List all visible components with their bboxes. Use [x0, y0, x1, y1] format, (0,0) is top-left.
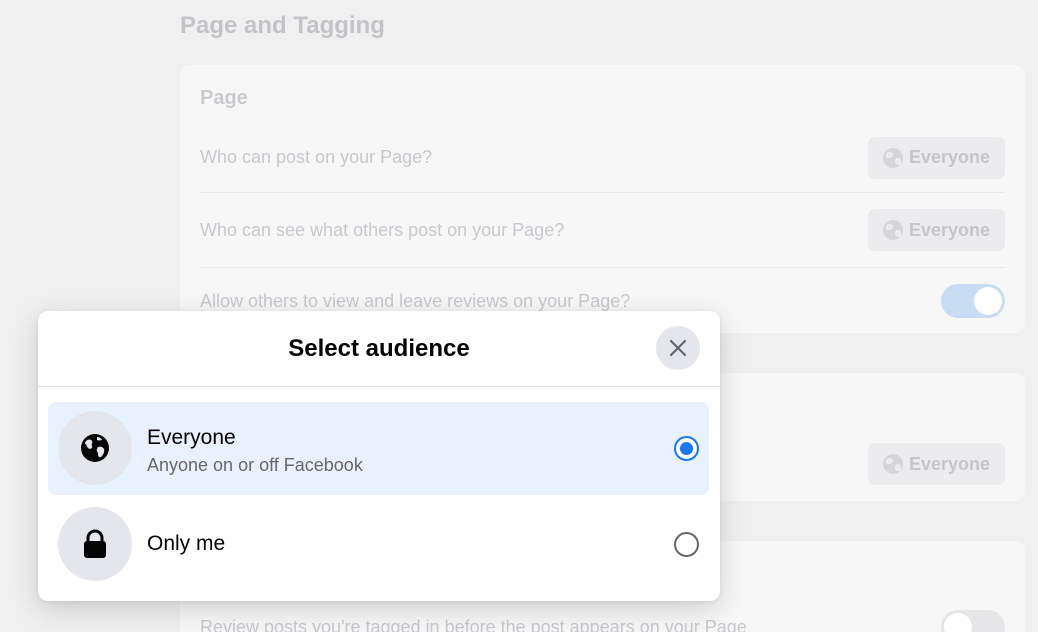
lock-icon — [84, 529, 106, 558]
toggle-knob — [944, 613, 972, 632]
audience-button[interactable]: Everyone — [867, 136, 1005, 179]
section-title: Page and Tagging — [180, 12, 385, 39]
globe-icon — [882, 454, 903, 474]
select-audience-dialog: Select audience Everyone Anyone on or of… — [38, 311, 720, 601]
option-text: Only me — [147, 531, 225, 557]
setting-row-who-can-post: Who can post on your Page? Everyone — [200, 123, 1005, 193]
page-settings-card: Page Who can post on your Page? Everyone… — [180, 65, 1025, 333]
audience-option-only-me[interactable]: Only me — [48, 498, 709, 591]
audience-option-everyone[interactable]: Everyone Anyone on or off Facebook — [48, 402, 709, 495]
setting-label: Review posts you're tagged in before the… — [200, 616, 747, 632]
audience-button[interactable]: Everyone — [867, 209, 1005, 251]
review-tags-toggle[interactable] — [941, 610, 1005, 632]
radio-button-only-me[interactable] — [674, 532, 699, 557]
option-text: Everyone Anyone on or off Facebook — [147, 425, 363, 477]
option-description: Anyone on or off Facebook — [147, 455, 363, 475]
globe-icon — [81, 434, 109, 462]
audience-label: Everyone — [908, 147, 990, 167]
setting-label: Allow others to view and leave reviews o… — [200, 290, 631, 311]
globe-icon — [882, 147, 903, 168]
card-title: Page — [200, 87, 248, 109]
audience-label: Everyone — [908, 453, 990, 474]
audience-button[interactable]: Everyone — [867, 443, 1005, 485]
option-icon-circle — [58, 507, 132, 581]
audience-label: Everyone — [908, 219, 990, 240]
toggle-knob — [974, 287, 1002, 315]
close-icon — [669, 339, 687, 357]
setting-row-who-can-see: Who can see what others post on your Pag… — [200, 193, 1005, 268]
option-icon-circle — [58, 411, 132, 485]
globe-icon — [882, 220, 903, 240]
setting-label: Who can see what others post on your Pag… — [200, 219, 565, 240]
dialog-header: Select audience — [38, 311, 720, 387]
dialog-title: Select audience — [288, 334, 470, 362]
option-name: Only me — [147, 532, 226, 555]
option-name: Everyone — [147, 426, 236, 449]
close-button[interactable] — [656, 326, 700, 370]
radio-button-everyone[interactable] — [674, 436, 699, 461]
setting-row-review-tags: Review posts you're tagged in before the… — [200, 607, 1005, 632]
setting-label: Who can post on your Page? — [200, 147, 433, 167]
reviews-toggle[interactable] — [941, 284, 1005, 318]
